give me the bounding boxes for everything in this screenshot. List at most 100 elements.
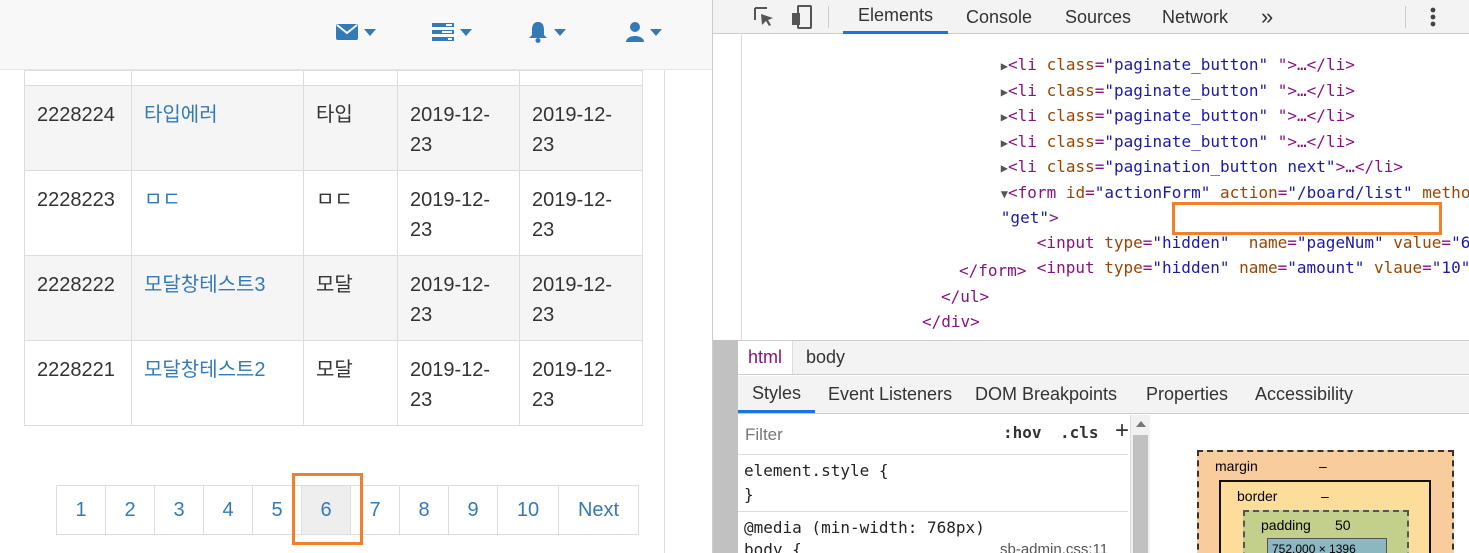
tab-network[interactable]: Network bbox=[1162, 0, 1228, 34]
envelope-icon bbox=[336, 24, 358, 40]
tab-accessibility[interactable]: Accessibility bbox=[1255, 376, 1353, 413]
elements-tree: ▶<li class="paginate_button" ">…</li> ▶<… bbox=[713, 35, 1469, 340]
page-button[interactable]: 5 bbox=[252, 485, 302, 535]
board-table: 2228224 타입에러 타입 2019-12-23 2019-12-23 22… bbox=[24, 70, 643, 426]
cell-writer: 모달 bbox=[303, 255, 398, 341]
box-model-margin[interactable]: margin – border – padding 50 752.000 × 1… bbox=[1197, 450, 1454, 553]
page-button[interactable]: 9 bbox=[448, 485, 498, 535]
messages-dropdown[interactable] bbox=[336, 20, 376, 44]
box-model-content[interactable]: 752.000 × 1396 bbox=[1267, 538, 1387, 553]
more-tabs-button[interactable]: » bbox=[1261, 0, 1273, 34]
cell-updatedate: 2019-12-23 bbox=[519, 255, 643, 341]
tab-styles[interactable]: Styles bbox=[738, 376, 816, 413]
box-model-diagram: margin – border – padding 50 752.000 × 1… bbox=[1153, 415, 1469, 553]
table-row bbox=[24, 70, 643, 86]
cell-updatedate: 2019-12-23 bbox=[519, 170, 643, 256]
styles-filter-bar: :hov .cls + bbox=[738, 415, 1129, 455]
cell-updatedate: 2019-12-23 bbox=[519, 340, 643, 426]
cell-regdate: 2019-12-23 bbox=[397, 340, 520, 426]
dom-node-ul-close[interactable]: </ul> bbox=[941, 286, 989, 308]
page-button[interactable]: 3 bbox=[154, 485, 204, 535]
toolbar-divider bbox=[1405, 6, 1406, 28]
body-rule-selector[interactable]: body { bbox=[744, 538, 802, 553]
inspect-cursor-icon bbox=[754, 7, 773, 26]
cell-title-link[interactable]: 모달창테스트3 bbox=[131, 255, 304, 341]
cell-bno: 2228223 bbox=[24, 170, 132, 256]
device-mode-icon bbox=[792, 5, 812, 29]
tab-event-listeners[interactable]: Event Listeners bbox=[828, 376, 952, 413]
dom-node-input-amount[interactable]: <input type="hidden" name="amount" vlaue… bbox=[979, 235, 1469, 301]
alerts-dropdown[interactable] bbox=[528, 20, 566, 44]
box-model-border[interactable]: border – padding 50 752.000 × 1396 bbox=[1219, 480, 1431, 553]
tab-sources[interactable]: Sources bbox=[1065, 0, 1131, 34]
dom-node-div-close[interactable]: </div> bbox=[922, 311, 980, 333]
chevron-down-icon bbox=[460, 28, 472, 36]
dom-node-form-close[interactable]: </form> bbox=[959, 260, 1026, 282]
cell-writer: 모달 bbox=[303, 340, 398, 426]
tab-dom-breakpoints[interactable]: DOM Breakpoints bbox=[975, 376, 1117, 413]
stylesheet-source-link[interactable]: sb-admin.css:11 bbox=[1000, 541, 1108, 553]
table-row: 2228223 ㅁㄷ ㅁㄷ 2019-12-23 2019-12-23 bbox=[24, 170, 643, 256]
cell-title-link[interactable]: 타입에러 bbox=[131, 85, 304, 171]
styles-scrollbar[interactable] bbox=[1130, 415, 1150, 553]
cell-writer: 타입 bbox=[303, 85, 398, 171]
element-style-close: } bbox=[744, 485, 754, 504]
tasks-icon bbox=[432, 23, 454, 41]
page-button[interactable]: 4 bbox=[203, 485, 253, 535]
customize-menu-button[interactable] bbox=[1418, 2, 1448, 32]
box-model-padding[interactable]: padding 50 752.000 × 1396 bbox=[1243, 510, 1409, 553]
inspect-element-button[interactable] bbox=[749, 2, 779, 32]
table-row: 2228221 모달창테스트2 모달 2019-12-23 2019-12-23 bbox=[24, 340, 643, 426]
cell-bno: 2228221 bbox=[24, 340, 132, 426]
scroll-thumb[interactable] bbox=[1133, 435, 1148, 553]
page-button-active[interactable]: 6 bbox=[301, 485, 351, 535]
cell-writer: ㅁㄷ bbox=[303, 170, 398, 256]
left-scrollbar[interactable] bbox=[713, 340, 738, 553]
cell-bno: 2228222 bbox=[24, 255, 132, 341]
page-button[interactable]: 2 bbox=[105, 485, 155, 535]
toolbar-divider bbox=[828, 6, 829, 28]
user-dropdown[interactable] bbox=[626, 20, 662, 44]
rule-divider bbox=[738, 511, 1128, 512]
new-rule-button[interactable]: + bbox=[1115, 417, 1129, 445]
breadcrumb-body[interactable]: body bbox=[806, 341, 845, 374]
styles-filter-input[interactable] bbox=[743, 420, 988, 450]
web-page: 2228224 타입에러 타입 2019-12-23 2019-12-23 22… bbox=[0, 0, 712, 553]
sidebar-tabs: Styles Event Listeners DOM Breakpoints P… bbox=[738, 376, 1469, 414]
kebab-menu-icon bbox=[1430, 7, 1436, 27]
breadcrumb-html[interactable]: html bbox=[738, 341, 794, 374]
top-navbar bbox=[0, 0, 712, 70]
cell-regdate: 2019-12-23 bbox=[397, 85, 520, 171]
hov-toggle[interactable]: :hov bbox=[1003, 423, 1042, 442]
cls-toggle[interactable]: .cls bbox=[1060, 423, 1099, 442]
page-button[interactable]: 1 bbox=[56, 485, 106, 535]
cell-bno: 2228224 bbox=[24, 85, 132, 171]
indent-guide bbox=[741, 35, 742, 340]
breadcrumb: html body bbox=[738, 340, 1469, 375]
scroll-up-icon[interactable] bbox=[1136, 421, 1146, 427]
styles-pane: :hov .cls + element.style { } @media (mi… bbox=[738, 415, 1129, 553]
cell-regdate: 2019-12-23 bbox=[397, 255, 520, 341]
devtools-panel: Elements Console Sources Network » ▶<li … bbox=[712, 0, 1469, 553]
table-row: 2228222 모달창테스트3 모달 2019-12-23 2019-12-23 bbox=[24, 255, 643, 341]
chevron-down-icon bbox=[364, 28, 376, 36]
table-row: 2228224 타입에러 타입 2019-12-23 2019-12-23 bbox=[24, 85, 643, 171]
device-toolbar-button[interactable] bbox=[787, 2, 817, 32]
tab-console[interactable]: Console bbox=[966, 0, 1032, 34]
page-button[interactable]: 7 bbox=[350, 485, 400, 535]
cell-title-link[interactable]: ㅁㄷ bbox=[131, 170, 304, 256]
chevron-down-icon bbox=[650, 28, 662, 36]
next-button[interactable]: Next bbox=[558, 485, 639, 535]
user-icon bbox=[626, 22, 644, 42]
chevron-down-icon bbox=[554, 28, 566, 36]
element-style-selector[interactable]: element.style { bbox=[744, 459, 889, 483]
cell-title-link[interactable]: 모달창테스트2 bbox=[131, 340, 304, 426]
tab-elements[interactable]: Elements bbox=[843, 0, 949, 34]
page-button[interactable]: 10 bbox=[497, 485, 559, 535]
cell-updatedate: 2019-12-23 bbox=[519, 85, 643, 171]
page-button[interactable]: 8 bbox=[399, 485, 449, 535]
tab-properties[interactable]: Properties bbox=[1146, 376, 1228, 413]
bell-icon bbox=[529, 22, 547, 43]
devtools-toolbar: Elements Console Sources Network » bbox=[713, 0, 1469, 34]
tasks-dropdown[interactable] bbox=[432, 20, 472, 44]
